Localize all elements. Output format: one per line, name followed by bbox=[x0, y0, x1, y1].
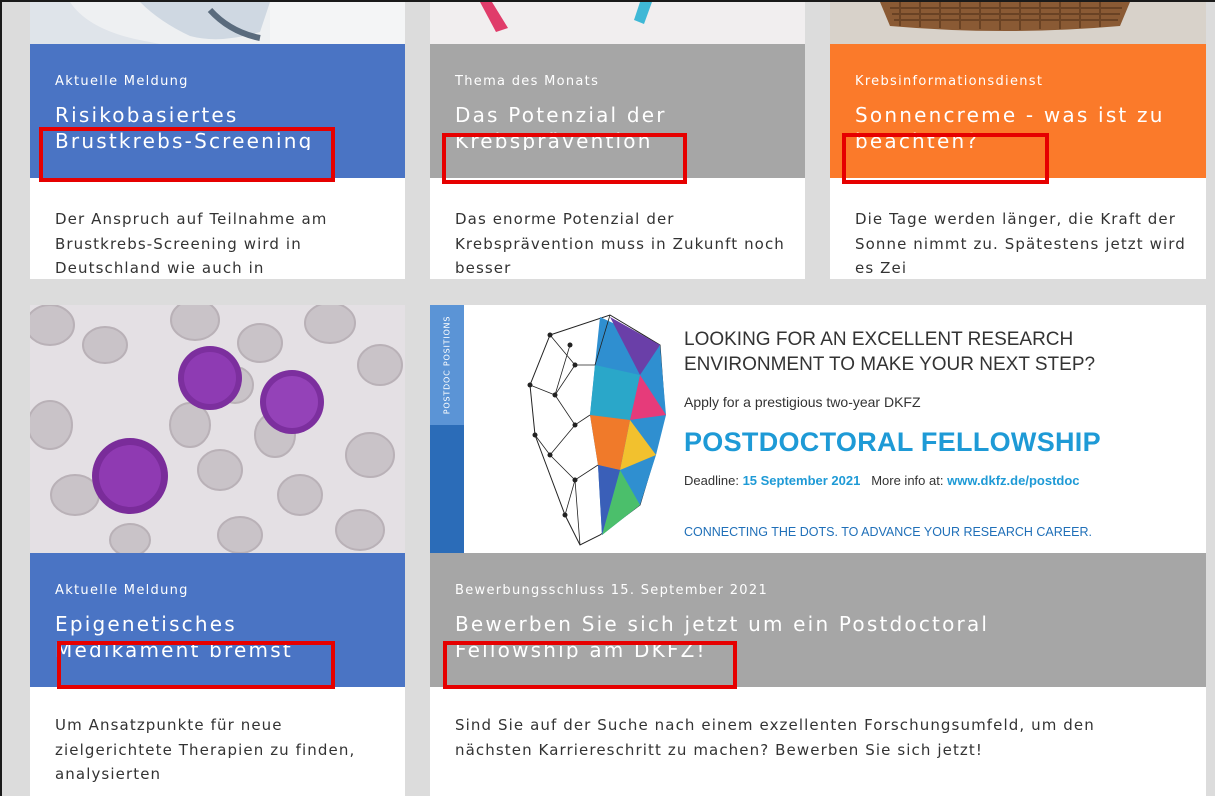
postdoc-banner[interactable]: POSTDOC POSITIONS LOOKING FOR AN EXCELLE… bbox=[430, 305, 1206, 553]
ad-subtitle: Apply for a prestigious two-year DKFZ bbox=[684, 394, 921, 410]
polygon-head-illustration bbox=[527, 314, 666, 546]
card-image-basket bbox=[830, 2, 1206, 44]
ad-deadline-line: Deadline: 15 September 2021 More info at… bbox=[684, 473, 1080, 488]
highlight-box-screening bbox=[39, 127, 335, 182]
card-image-medical bbox=[30, 2, 405, 44]
card-image-blood-cells bbox=[30, 305, 405, 553]
card-kicker: Bewerbungsschluss 15. September 2021 bbox=[455, 583, 769, 598]
ad-vertical-label: POSTDOC POSITIONS bbox=[442, 315, 452, 415]
card-image-ribbon bbox=[430, 2, 805, 44]
news-card-epigenetics[interactable]: Aktuelle Meldung Epigenetisches Medikame… bbox=[30, 305, 405, 796]
highlight-box-postdoc bbox=[443, 641, 737, 689]
ad-more-info-label: More info at: bbox=[871, 473, 944, 488]
card-teaser: Um Ansatzpunkte für neue zielgerichtete … bbox=[55, 716, 356, 783]
card-kicker: Aktuelle Meldung bbox=[55, 74, 189, 89]
highlight-box-epigenetics bbox=[57, 641, 335, 689]
card-teaser: Sind Sie auf der Suche nach einem exzell… bbox=[455, 716, 1095, 759]
ad-title: LOOKING FOR AN EXCELLENT RESEARCH ENVIRO… bbox=[684, 329, 1096, 375]
ad-tagline: CONNECTING THE DOTS. TO ADVANCE YOUR RES… bbox=[684, 525, 1092, 539]
card-kicker: Thema des Monats bbox=[455, 74, 600, 89]
page-frame: Aktuelle Meldung Risikobasiertes Brustkr… bbox=[0, 0, 1215, 796]
card-kicker: Aktuelle Meldung bbox=[55, 583, 189, 598]
ad-url-link[interactable]: www.dkfz.de/postdoc bbox=[947, 473, 1079, 488]
highlight-box-sunscreen bbox=[842, 133, 1049, 184]
ad-deadline-date: 15 September 2021 bbox=[742, 473, 861, 488]
card-kicker: Krebsinformationsdienst bbox=[855, 74, 1044, 89]
ad-headline: POSTDOCTORAL FELLOWSHIP bbox=[684, 427, 1101, 457]
card-teaser: Das enorme Potenzial der Krebsprävention… bbox=[455, 210, 785, 277]
ad-deadline-label: Deadline: bbox=[684, 473, 739, 488]
highlight-box-prevention bbox=[442, 133, 687, 184]
